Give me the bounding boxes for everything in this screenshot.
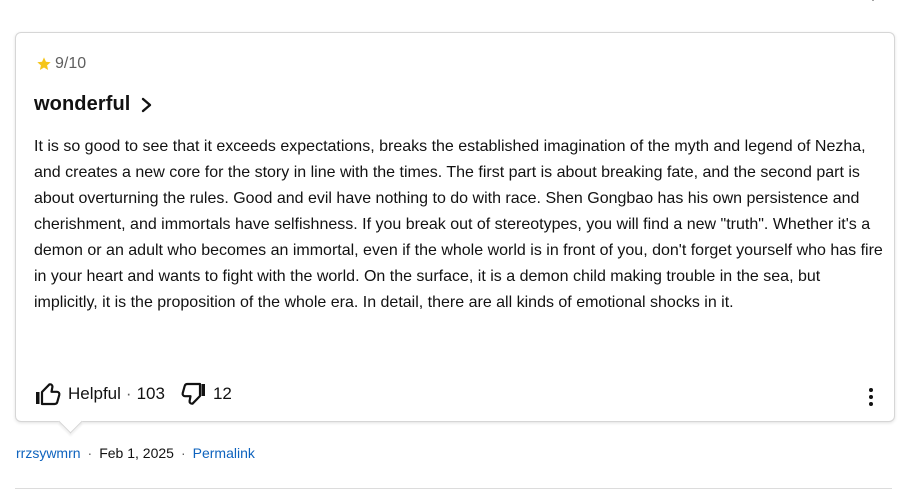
helpful-label: Helpful xyxy=(68,384,121,403)
helpful-count: 103 xyxy=(136,384,165,403)
rating-max: /10 xyxy=(63,55,87,72)
unhelpful-count: 12 xyxy=(212,384,232,403)
chevron-down-icon[interactable] xyxy=(867,0,879,6)
review-card: 9/10 wonderful It is so good to see that… xyxy=(15,32,895,434)
rating-score: 9 xyxy=(55,55,64,72)
meta-separator: · xyxy=(87,445,93,461)
card-tail xyxy=(58,409,83,434)
meta-separator: · xyxy=(180,445,186,461)
divider xyxy=(15,488,892,489)
author-link[interactable]: rrzsywmrn xyxy=(16,445,81,461)
thumbs-up-icon xyxy=(36,383,61,406)
helpful-button[interactable]: Helpful · 103 xyxy=(34,381,165,407)
unhelpful-button[interactable]: 12 xyxy=(181,381,232,407)
star-icon xyxy=(37,57,51,70)
review-title: wonderful xyxy=(34,93,131,115)
helpful-separator: · xyxy=(125,384,132,403)
permalink-link[interactable]: Permalink xyxy=(193,445,255,461)
review-title-link[interactable]: wonderful xyxy=(34,93,154,116)
review-date: Feb 1, 2025 xyxy=(99,445,174,461)
review-actions: Helpful · 103 12 xyxy=(34,381,232,407)
more-options-icon[interactable] xyxy=(868,387,874,407)
review-body: It is so good to see that it exceeds exp… xyxy=(34,138,883,311)
chevron-right-icon xyxy=(142,97,152,112)
rating: 9/10 xyxy=(36,55,86,73)
thumbs-down-icon xyxy=(181,382,205,405)
review-meta: rrzsywmrn · Feb 1, 2025 · Permalink xyxy=(16,445,255,461)
